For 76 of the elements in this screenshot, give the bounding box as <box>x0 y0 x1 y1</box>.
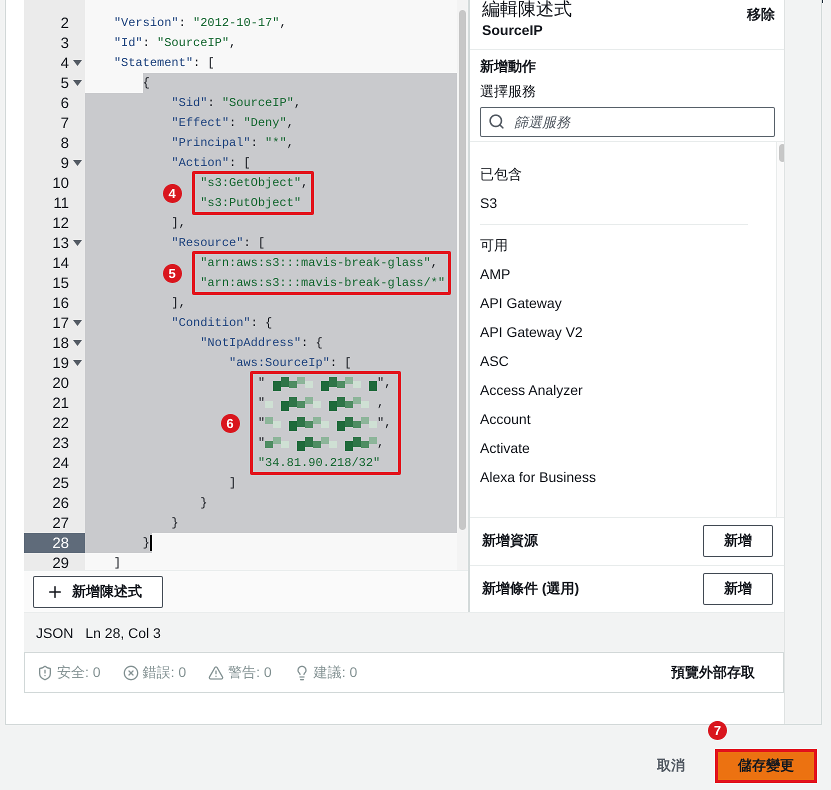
line-number: 19 <box>52 354 69 372</box>
preview-access-link[interactable]: 預覽外部存取 <box>671 664 755 682</box>
service-item[interactable]: Alexa for Business <box>480 469 776 498</box>
step-badge: 7 <box>708 721 727 740</box>
line-number: 23 <box>52 434 69 452</box>
service-item[interactable]: Activate <box>480 440 776 469</box>
line-number: 9 <box>60 154 69 172</box>
save-button[interactable]: 儲存變更 <box>715 749 817 783</box>
code-line: "Statement": [ <box>112 55 215 72</box>
fold-arrow-icon[interactable] <box>73 160 82 166</box>
line-number: 26 <box>52 494 69 512</box>
line-number: 14 <box>52 254 69 272</box>
scrollbar[interactable] <box>459 10 466 530</box>
service-item[interactable]: Access Analyzer <box>480 382 776 411</box>
row-label: 新增資源 <box>482 532 538 550</box>
line-number: 15 <box>52 274 69 292</box>
validation-count: 安全: 0 <box>57 664 101 682</box>
line-number: 27 <box>52 514 69 532</box>
search-icon <box>488 113 505 130</box>
add-button[interactable]: 新增 <box>703 572 773 605</box>
line-number: 29 <box>52 554 69 570</box>
line-number: 10 <box>52 174 69 192</box>
list-heading: 可用 <box>480 237 509 255</box>
line-number: 28 <box>52 534 69 552</box>
service-item[interactable]: ASC <box>480 353 776 382</box>
line-number: 3 <box>60 34 69 52</box>
line-number: 11 <box>53 194 69 212</box>
line-number: 5 <box>60 74 69 92</box>
line-number: 2 <box>60 14 69 32</box>
list-heading: 已包含 <box>480 166 523 184</box>
service-item[interactable]: S3 <box>480 195 776 224</box>
line-number: 17 <box>52 314 69 332</box>
panel-title: 編輯陳述式 <box>482 0 572 21</box>
fold-arrow-icon[interactable] <box>73 60 82 66</box>
field-label: 選擇服務 <box>480 83 537 101</box>
line-number: 16 <box>52 294 69 312</box>
add-button[interactable]: 新增 <box>703 525 773 558</box>
line-number: 25 <box>52 474 69 492</box>
add-statement-button[interactable]: 新增陳述式 <box>33 576 163 608</box>
fold-arrow-icon[interactable] <box>73 80 82 86</box>
line-number: 4 <box>60 54 69 72</box>
service-item[interactable]: AMP <box>480 266 776 295</box>
section-heading: 新增動作 <box>480 58 537 76</box>
warning-icon <box>208 664 224 680</box>
validation-count: 錯誤: 0 <box>142 664 186 682</box>
service-item[interactable]: API Gateway <box>480 295 776 324</box>
fold-arrow-icon[interactable] <box>73 320 82 326</box>
code-line: "Version": "2012-10-17", <box>112 15 287 32</box>
search-field[interactable]: 篩選服務 <box>480 107 775 137</box>
cursor-position: Ln 28, Col 3 <box>85 624 161 640</box>
fold-arrow-icon[interactable] <box>73 240 82 246</box>
fold-arrow-icon[interactable] <box>73 340 82 346</box>
remove-link[interactable]: 移除 <box>747 6 775 49</box>
language-label: JSON <box>36 624 74 640</box>
line-number: 12 <box>52 214 69 232</box>
validation-count: 建議: 0 <box>314 664 358 682</box>
validation-count: 警告: 0 <box>228 664 272 682</box>
service-item[interactable]: Account <box>480 411 776 440</box>
line-number: 18 <box>52 334 69 352</box>
line-number: 8 <box>60 134 69 152</box>
service-item[interactable]: API Gateway V2 <box>480 324 776 353</box>
row-label: 新增條件 (選用) <box>482 580 580 598</box>
statement-id: SourceIP <box>482 21 544 39</box>
code-line: ] <box>112 555 122 570</box>
error-icon <box>122 664 139 680</box>
cancel-link[interactable]: 取消 <box>657 757 685 775</box>
shield-icon <box>37 664 53 680</box>
line-number: 7 <box>60 114 69 132</box>
line-number: 24 <box>52 454 69 472</box>
line-number: 6 <box>60 94 69 112</box>
fold-arrow-icon[interactable] <box>73 360 82 366</box>
code-line: "Id": "SourceIP", <box>112 35 236 52</box>
line-number: 22 <box>52 414 69 432</box>
line-number: 21 <box>52 394 69 412</box>
line-number: 13 <box>52 234 69 252</box>
line-number: 20 <box>52 374 69 392</box>
